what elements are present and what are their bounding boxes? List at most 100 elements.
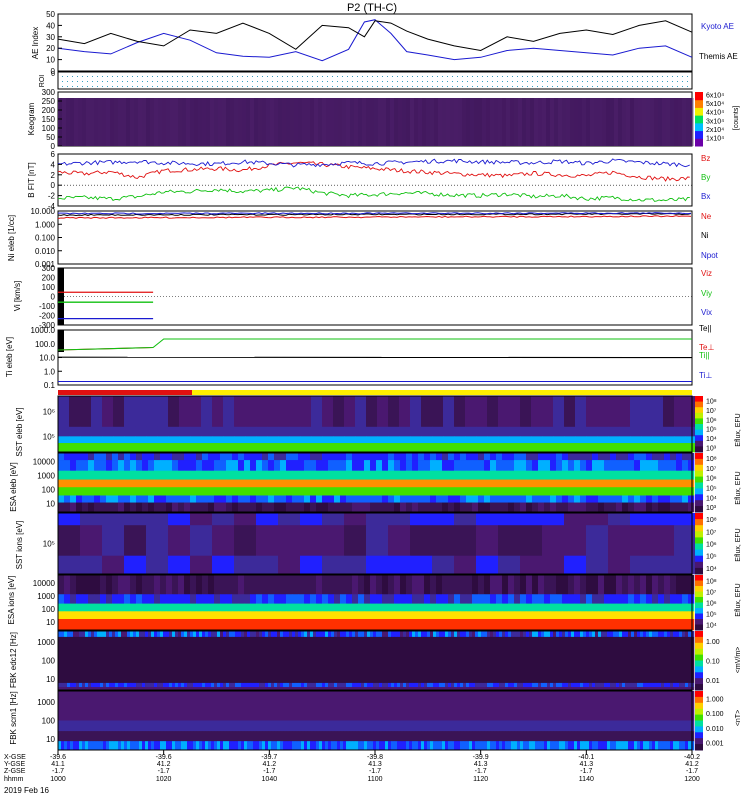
fbk2-cell [187,741,191,751]
fbk2-cell [616,691,620,721]
keogram-col [666,98,670,146]
esa1-cell [676,460,683,471]
fbk1-cell [637,631,641,638]
fbk1-cell [103,636,107,684]
fbk1-cell [481,631,485,638]
fbk1-cell [310,631,314,638]
fbk1-cell [559,631,563,638]
roi-dot [162,86,163,87]
esa1-cell [520,502,527,513]
roi-dot [342,86,343,87]
fbk2-cell [460,720,464,732]
keogram-col [170,98,174,146]
sst2-cell [388,513,411,526]
fbk1-cell [595,682,599,688]
fbk2-cell [394,741,398,751]
esa1-cell [472,487,479,496]
fbk2-cell [340,741,344,751]
fbk2-cell [496,691,500,721]
sst1-cell [377,426,389,437]
esa2-cell [610,611,617,620]
esa2-cell [574,594,581,604]
esa1-cell [274,453,281,461]
esa1-cell [634,460,641,471]
fbk2-cell [385,731,389,742]
time-axis-value: -40.1 [578,754,594,761]
esa1-cell [112,453,119,461]
fbk2-cell [316,720,320,732]
fbk2-cell [562,741,566,751]
esa2-cell [478,619,485,631]
esa2-cell [220,594,227,604]
esa1-cell [76,502,83,513]
esa2-cell [520,594,527,604]
esa1-cell [238,460,245,471]
esa2-cell [178,611,185,620]
fbk1-cbar-seg [695,654,703,661]
esa1-cell [394,487,401,496]
esa2-cell [514,619,521,631]
fbk2-cell [193,691,197,721]
fbk1-cell [82,631,86,638]
roi-dot [522,86,523,87]
fbk2-cell [673,691,677,721]
esa1-cell [202,453,209,461]
fbk1-cell [604,682,608,688]
fbk1-cell [508,682,512,688]
fbk1-cell [556,682,560,688]
esa1-cell [436,487,443,496]
fbk2-cell [394,691,398,721]
esa1-cell [676,495,683,503]
fbk2-cell [256,691,260,721]
fbk2-cell [148,720,152,732]
fbk2-cell [466,731,470,742]
fbk1-cell [127,631,131,638]
keogram-col [602,98,606,146]
esa1-cell [64,470,71,480]
roi-dot [497,81,498,82]
fbk2-cell [115,741,119,751]
fbk1-cell [454,631,458,638]
fbk2-cell [463,731,467,742]
esa1-cell [610,479,617,488]
keogram-cbar-tick: 5x10⁴ [706,101,724,108]
esa2-cell [448,603,455,612]
fbk2-cell [145,741,149,751]
esa2-cell [442,603,449,612]
sst1-cbar-seg [695,418,703,425]
esa1-cell [382,470,389,480]
fbk2-cell [409,691,413,721]
sst2-cell [674,513,697,526]
legend-kyoto-ae: Kyoto AE [701,22,734,31]
keogram-col [534,98,538,146]
esa1-ylabel: ESA eleb [eV] [9,462,18,511]
fbk1-cell [526,682,530,688]
fbk1-cell [331,631,335,638]
fbk1-cell [628,682,632,688]
esa2-cell [688,611,695,620]
keogram-col [642,98,646,146]
fbk2-cell [583,731,587,742]
fbk2-cell [634,741,638,751]
fbk2-cell [136,741,140,751]
fbk2-cell [553,731,557,742]
fbk2-cell [166,720,170,732]
fbk2-cell [202,720,206,732]
fbk2-cell [391,741,395,751]
fbk1-cbar-seg [695,648,703,656]
esa1-cell [358,502,365,513]
roi-dot [447,86,448,87]
esa1-cell [628,487,635,496]
esa1-cell [466,453,473,461]
keogram-col [586,98,590,146]
sst1-cell [608,396,620,428]
roi-dot [72,76,73,77]
fbk2-cell [496,741,500,751]
esa1-cell [334,495,341,503]
esa1-cell [286,502,293,513]
roi-dot [687,76,688,77]
fbk1-cell [613,631,617,638]
esa2-cell [76,619,83,631]
fbk2-cell [187,720,191,732]
esa1-cell [82,470,89,480]
